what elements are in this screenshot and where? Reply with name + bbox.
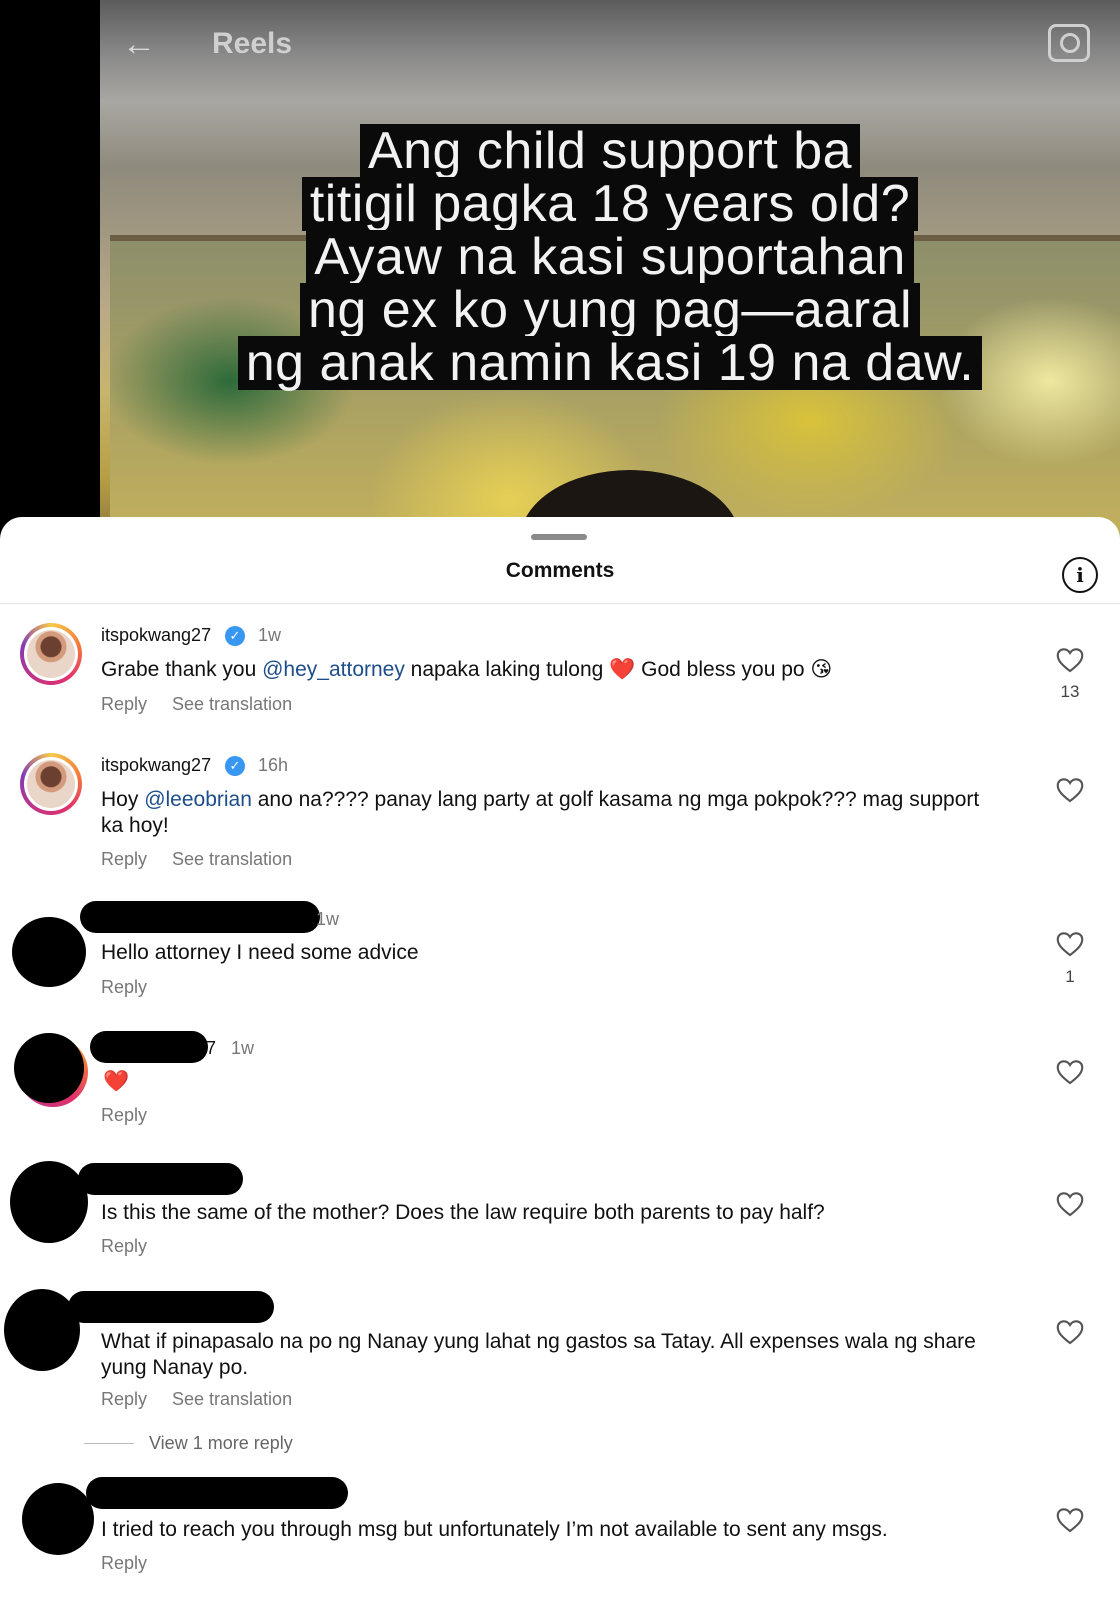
reply-button[interactable]: Reply — [101, 694, 147, 715]
comment-text: ❤️ — [103, 1070, 130, 1093]
heart-icon[interactable] — [1056, 931, 1084, 957]
caption-line: Ayaw na kasi suportahan — [306, 230, 914, 284]
comment-item: I tried to reach you through msg but unf… — [0, 1477, 1120, 1587]
comment-text-part: What if pinapasalo na po ng Nanay yung l… — [101, 1330, 976, 1353]
redacted-username — [80, 901, 320, 933]
caption-line: titigil pagka 18 years old? — [301, 177, 919, 231]
sheet-title: Comments — [505, 559, 615, 582]
see-translation-button[interactable]: See translation — [172, 694, 292, 715]
heart-icon[interactable] — [1056, 1507, 1084, 1533]
heart-icon[interactable] — [1056, 647, 1084, 673]
verified-badge-icon: ✓ — [225, 756, 245, 776]
video-caption: Ang child support ba titigil pagka 18 ye… — [230, 124, 990, 390]
avatar[interactable] — [20, 623, 82, 685]
comment-text: Hello attorney I need some advice — [101, 941, 419, 964]
comment-username[interactable]: itspokwang27 — [101, 625, 211, 646]
sheet-drag-handle[interactable] — [531, 534, 587, 540]
redacted-username — [68, 1291, 274, 1323]
like-count: 13 — [1060, 682, 1080, 701]
mention-link[interactable]: @leeobrian — [144, 788, 252, 811]
comment-item: itspokwang27 ✓ 16h Hoy @leeobrian ano na… — [0, 747, 1120, 877]
comment-text-part: Grabe thank you — [101, 658, 263, 681]
like-count: 1 — [1065, 967, 1075, 986]
reply-button[interactable]: Reply — [101, 977, 147, 998]
caption-line: ng ex ko yung pag—aaral — [299, 283, 921, 337]
comment-text: Grabe thank you @hey_attorney napaka lak… — [101, 657, 1001, 683]
comment-username[interactable]: 7 — [206, 1038, 216, 1059]
comment-text-part: Hoy — [101, 788, 145, 811]
comment-time: 1w — [258, 625, 282, 645]
view-replies-line — [84, 1443, 134, 1444]
see-translation-button[interactable]: See translation — [172, 849, 292, 870]
comment-text: I tried to reach you through msg but unf… — [101, 1518, 888, 1541]
caption-line: ng anak namin kasi 19 na daw. — [237, 336, 983, 390]
reply-button[interactable]: Reply — [101, 1105, 147, 1126]
video-left-bar — [0, 0, 100, 560]
reply-button[interactable]: Reply — [101, 849, 147, 870]
comment-text-part: napaka laking tulong ❤️ God bless you po… — [404, 658, 833, 681]
page-title: Reels — [212, 27, 293, 60]
comment-text: What if pinapasalo na po ng Nanay yung l… — [101, 1329, 1041, 1381]
caption-line: Ang child support ba — [359, 124, 861, 178]
comment-username[interactable]: itspokwang27 — [101, 755, 211, 776]
reply-button[interactable]: Reply — [101, 1236, 147, 1257]
comment-text: Hoy @leeobrian ano na???? panay lang par… — [101, 787, 1021, 839]
heart-icon[interactable] — [1056, 1319, 1084, 1345]
heart-icon[interactable] — [1056, 1059, 1084, 1085]
comment-text-part: ano na???? panay lang party at golf kasa… — [251, 788, 980, 811]
reels-top-bar: ← Reels — [100, 0, 1120, 90]
comments-sheet: Comments i itspokwang27 ✓ 1w Grabe thank… — [0, 517, 1120, 1597]
header-divider — [0, 603, 1120, 604]
mention-link[interactable]: @hey_attorney — [262, 658, 405, 681]
reply-button[interactable]: Reply — [101, 1553, 147, 1574]
redacted-username — [90, 1031, 208, 1063]
reel-video[interactable]: ← Reels Ang child support ba titigil pag… — [0, 0, 1120, 560]
comment-item: Is this the same of the mother? Does the… — [0, 1157, 1120, 1267]
view-more-replies-button[interactable]: View 1 more reply — [149, 1433, 293, 1454]
reply-button[interactable]: Reply — [101, 1389, 147, 1410]
camera-icon[interactable] — [1048, 24, 1090, 62]
avatar[interactable] — [22, 1483, 94, 1555]
avatar-redaction — [14, 1033, 84, 1103]
see-translation-button[interactable]: See translation — [172, 1389, 292, 1410]
comment-item: 7 1w ❤️ Reply — [0, 1025, 1120, 1135]
comment-time: 1w — [316, 909, 340, 929]
comment-item: 1w Hello attorney I need some advice Rep… — [0, 897, 1120, 1007]
avatar[interactable] — [20, 753, 82, 815]
comment-time: 16h — [258, 755, 289, 775]
comment-item: itspokwang27 ✓ 1w Grabe thank you @hey_a… — [0, 617, 1120, 737]
heart-icon[interactable] — [1056, 777, 1084, 803]
comment-time: 1w — [231, 1038, 255, 1058]
comment-item: What if pinapasalo na po ng Nanay yung l… — [0, 1277, 1120, 1467]
verified-badge-icon: ✓ — [225, 626, 245, 646]
arrow-left-icon[interactable]: ← — [122, 24, 162, 64]
comment-text: Is this the same of the mother? Does the… — [101, 1201, 825, 1224]
redacted-username — [78, 1163, 243, 1195]
comment-text-part: yung Nanay po. — [101, 1356, 249, 1379]
avatar[interactable] — [10, 1161, 88, 1243]
comment-text-part: ka hoy! — [101, 814, 169, 837]
avatar[interactable] — [12, 917, 86, 987]
info-icon[interactable]: i — [1062, 557, 1098, 593]
redacted-username — [86, 1477, 348, 1509]
heart-icon[interactable] — [1056, 1191, 1084, 1217]
